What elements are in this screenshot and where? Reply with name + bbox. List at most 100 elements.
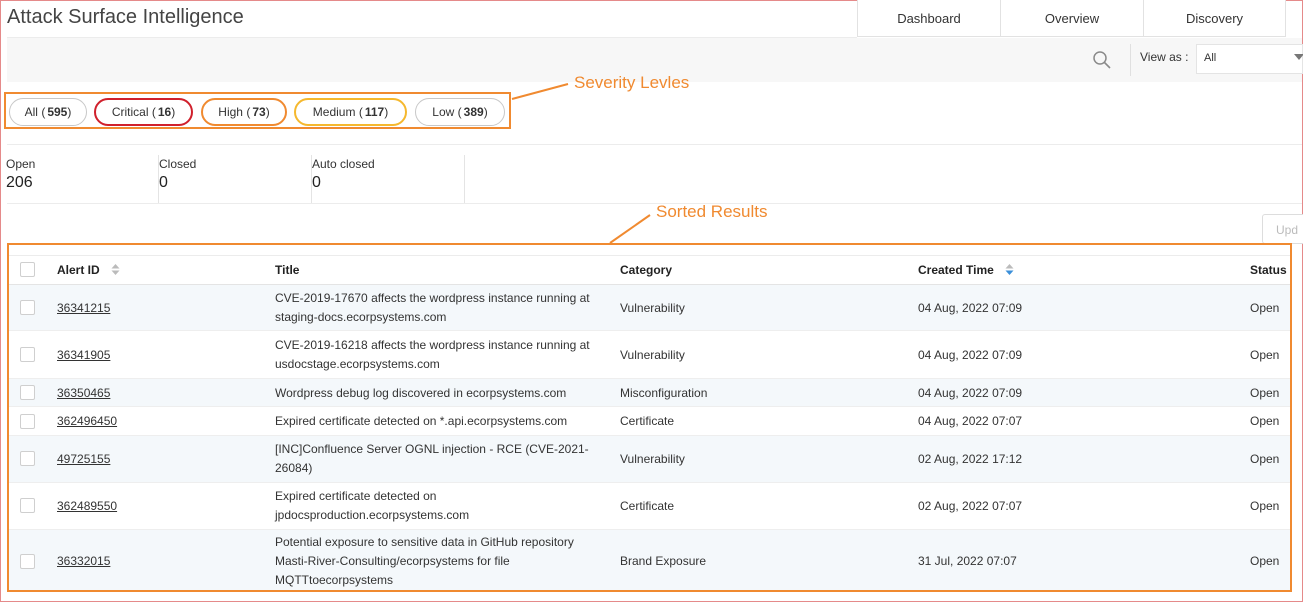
table-row[interactable]: 36332015 Potential exposure to sensitive… [9,530,1290,590]
alert-title: Wordpress debug log discovered in ecorps… [275,384,566,403]
row-checkbox[interactable] [20,498,35,513]
row-checkbox[interactable] [20,554,35,569]
alert-id-link[interactable]: 49725155 [57,450,110,469]
alert-id-link[interactable]: 36350465 [57,384,110,403]
view-as-label: View as : [1140,50,1189,64]
tab-overview[interactable]: Overview [1000,0,1143,37]
pill-count: 73 [252,105,266,119]
severity-pill-critical[interactable]: Critical (16) [94,98,193,126]
sort-descending-icon[interactable] [1005,264,1014,276]
alert-id-link[interactable]: 36332015 [57,552,110,571]
counter-label: Open [6,157,36,171]
alert-status: Open [1250,414,1280,428]
alert-category: Certificate [620,499,675,513]
title-line: CVE-2019-16218 affects the wordpress ins… [275,338,590,352]
alert-created-time: 04 Aug, 2022 07:09 [918,301,1023,315]
column-header-alert-id[interactable]: Alert ID [57,263,120,277]
tab-dashboard[interactable]: Dashboard [857,0,1000,37]
table-row[interactable]: 36341215 CVE-2019-17670 affects the word… [9,285,1290,331]
column-label: Alert ID [57,263,100,277]
row-checkbox[interactable] [20,347,35,362]
table-row[interactable]: 362496450 Expired certificate detected o… [9,407,1290,436]
update-button[interactable]: Upd [1262,214,1303,244]
alert-id-link[interactable]: 36341905 [57,346,110,365]
alert-status: Open [1250,499,1280,513]
counter-closed[interactable]: Closed 0 [159,155,309,203]
severity-pill-high[interactable]: High (73) [201,98,287,126]
column-label: Created Time [918,263,994,277]
counter-open[interactable]: Open 206 [6,155,156,203]
pill-count: 16 [157,105,172,119]
alert-title: Expired certificate detected on *.api.ec… [275,412,567,431]
counter-label: Closed [159,157,197,171]
title-line: Masti-River-Consulting/ecorpsystems for … [275,554,510,568]
filters-divider [7,144,1302,145]
table-row[interactable]: 49725155 [INC]Confluence Server OGNL inj… [9,436,1290,483]
row-checkbox[interactable] [20,414,35,429]
alert-category: Vulnerability [620,348,685,362]
counters-divider [7,203,1302,204]
alert-id-link[interactable]: 36341215 [57,299,110,318]
severity-levels-callout: Severity Levles [574,73,690,92]
alert-id-link[interactable]: 362496450 [57,412,117,431]
severity-pill-low[interactable]: Low (389) [415,98,505,126]
alert-id-link[interactable]: 362489550 [57,497,117,516]
row-checkbox[interactable] [20,300,35,315]
pill-count: 595 [47,105,68,119]
title-line: Expired certificate detected on *.api.ec… [275,414,568,428]
select-all-checkbox[interactable] [20,262,35,277]
search-icon[interactable] [1092,50,1112,70]
app-title: Attack Surface Intelligence [7,6,244,28]
alert-status: Open [1250,301,1280,315]
tab-discovery[interactable]: Discovery [1143,0,1286,37]
sort-icon[interactable] [111,264,120,276]
column-header-category[interactable]: Category [620,263,672,277]
alert-category: Misconfiguration [620,386,708,400]
title-line: CVE-2019-17670 affects the wordpress ins… [275,291,590,305]
severity-filter-group: All (595) Critical (16) High (73) Medium… [4,92,511,129]
column-header-status[interactable]: Status [1250,263,1287,277]
alert-title: CVE-2019-16218 affects the wordpress ins… [275,336,590,374]
title-line: Potential exposure to sensitive data in … [275,535,574,549]
alert-category: Vulnerability [620,301,685,315]
pill-label: Critical [111,105,149,119]
table-row[interactable]: 36341905 CVE-2019-16218 affects the word… [9,331,1290,379]
pill-label: All [24,105,38,119]
counter-divider [464,155,465,203]
alert-status: Open [1250,554,1280,568]
alert-status: Open [1250,348,1280,362]
column-header-title[interactable]: Title [275,263,299,277]
alert-title: CVE-2019-17670 affects the wordpress ins… [275,289,590,327]
table-row[interactable]: 36350465 Wordpress debug log discovered … [9,379,1290,407]
top-nav: Dashboard Overview Discovery [857,0,1286,37]
row-checkbox[interactable] [20,385,35,400]
alert-category: Certificate [620,414,675,428]
alert-title: Potential exposure to sensitive data in … [275,533,574,590]
view-as-select[interactable]: All [1196,44,1303,74]
counter-value: 0 [312,174,321,191]
alert-created-time: 02 Aug, 2022 07:07 [918,499,1023,513]
title-line: usdocstage.ecorpsystems.com [275,357,440,371]
counter-auto-closed[interactable]: Auto closed 0 [312,155,462,203]
alert-category: Brand Exposure [620,554,707,568]
alert-created-time: 04 Aug, 2022 07:09 [918,348,1023,362]
alert-status: Open [1250,386,1280,400]
counter-divider [158,155,159,203]
table-row[interactable]: 362489550 Expired certificate detected o… [9,483,1290,530]
title-line: staging-docs.ecorpsystems.com [275,310,447,324]
counter-label: Auto closed [312,157,375,171]
alert-created-time: 31 Jul, 2022 07:07 [918,554,1017,568]
severity-pill-medium[interactable]: Medium (117) [294,98,407,126]
alert-status: Open [1250,452,1280,466]
row-checkbox[interactable] [20,451,35,466]
pill-count: 389 [463,105,484,119]
alert-created-time: 02 Aug, 2022 17:12 [918,452,1023,466]
column-header-created-time[interactable]: Created Time [918,263,1014,277]
table-header: Alert ID Title Category Created Time Sta… [9,255,1290,285]
view-as-value: All [1204,52,1217,64]
severity-pill-all[interactable]: All (595) [9,98,87,126]
sorted-results-callout: Sorted Results [656,202,768,221]
alert-created-time: 04 Aug, 2022 07:07 [918,414,1023,428]
toolbar-separator [1130,44,1131,76]
counter-divider [311,155,312,203]
